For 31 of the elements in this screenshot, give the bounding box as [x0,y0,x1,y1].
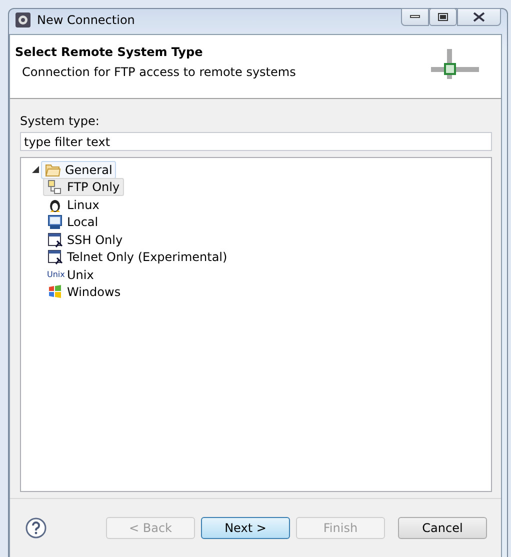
close-button[interactable] [457,8,501,26]
unix-icon: Unix [47,270,63,280]
field-label: System type: [20,114,100,128]
tree-item[interactable]: Telnet Only (Experimental) [43,248,232,266]
tree-item[interactable]: Local [43,213,102,232]
windows-logo-icon [47,284,63,300]
tree-item[interactable]: SSH Only [43,230,127,249]
close-icon [473,12,485,22]
collapse-arrow-icon[interactable] [32,166,38,174]
page-description: Connection for FTP access to remote systems [21,65,297,79]
terminal-window-icon [47,232,63,248]
window-title: New Connection [37,13,135,27]
tree-item[interactable]: FTP Only [43,178,124,196]
minimize-icon [410,15,420,19]
tree-item[interactable]: Windows [43,283,125,302]
documents-icon [47,179,63,196]
maximize-button[interactable] [429,8,457,26]
tree-item[interactable]: Linux [43,196,104,214]
monitor-icon [47,214,63,230]
terminal-window-icon [47,249,63,266]
dialog-button[interactable]: Next > [201,517,290,539]
page-title: Select Remote System Type [15,45,204,59]
folder-icon [45,162,61,177]
tree-item[interactable]: General [41,160,116,179]
help-icon[interactable] [25,517,47,539]
minimize-button[interactable] [401,8,429,26]
gear-icon [15,12,31,28]
tree-item[interactable]: Unix Unix [43,266,98,284]
dialog-button[interactable]: Cancel [398,517,487,539]
maximize-icon [438,13,448,21]
filter-field[interactable]: type filter text [20,132,492,151]
